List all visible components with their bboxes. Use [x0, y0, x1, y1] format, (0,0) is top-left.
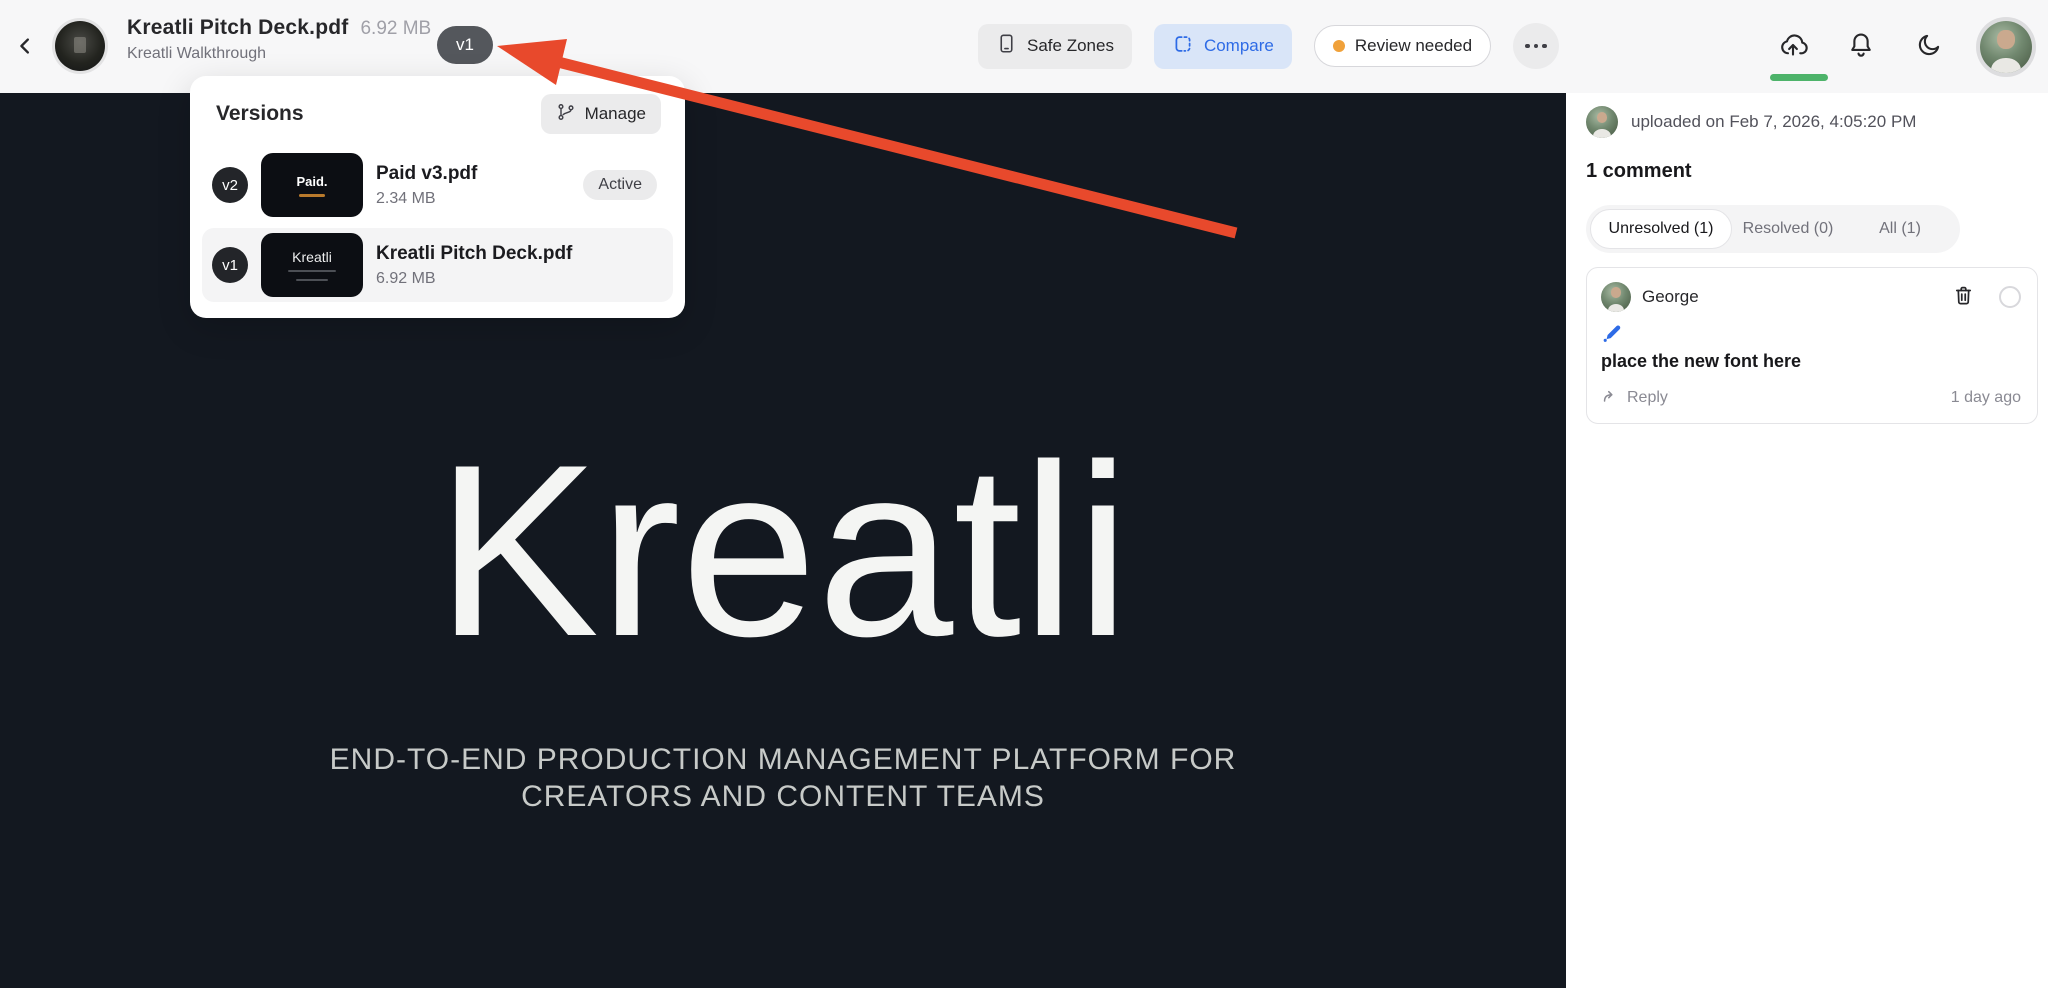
- upload-meta-row: uploaded on Feb 7, 2026, 4:05:20 PM: [1586, 106, 2035, 138]
- active-version-badge: Active: [583, 170, 657, 200]
- version-file-size: 2.34 MB: [376, 190, 570, 208]
- bell-icon: [1846, 30, 1876, 63]
- dark-mode-toggle[interactable]: [1912, 30, 1946, 64]
- tab-all[interactable]: All (1): [1844, 209, 1956, 249]
- version-file-size: 6.92 MB: [376, 270, 663, 288]
- versions-popover: Versions Manage v2 Paid. Paid v3.pdf 2.3…: [190, 76, 685, 318]
- file-info: Kreatli Pitch Deck.pdf 6.92 MB Kreatli W…: [127, 16, 431, 63]
- versions-title: Versions: [216, 102, 304, 126]
- file-size: 6.92 MB: [360, 18, 431, 40]
- file-title: Kreatli Pitch Deck.pdf: [127, 16, 348, 40]
- compare-icon: [1172, 33, 1194, 60]
- manage-versions-button[interactable]: Manage: [541, 94, 661, 134]
- version-number-badge: v2: [212, 167, 248, 203]
- slide-tagline: END-TO-END PRODUCTION MANAGEMENT PLATFOR…: [0, 741, 1566, 815]
- nav-right: [1776, 0, 2032, 93]
- manage-label: Manage: [585, 104, 646, 124]
- annotation-pen-icon[interactable]: [1601, 322, 1623, 344]
- tab-resolved[interactable]: Resolved (0): [1732, 209, 1844, 249]
- comment-body: place the new font here: [1601, 351, 2021, 372]
- version-number-badge: v1: [212, 247, 248, 283]
- slide-logo-text: Kreatli: [0, 445, 1566, 655]
- version-row-v2[interactable]: v2 Paid. Paid v3.pdf 2.34 MB Active: [202, 148, 673, 222]
- version-thumbnail: Kreatli: [261, 233, 363, 297]
- comment-author-avatar: [1601, 282, 1631, 312]
- git-branch-icon: [556, 102, 576, 127]
- delete-comment-button[interactable]: [1950, 284, 1976, 310]
- reply-arrow-icon: [1601, 386, 1620, 410]
- reply-label: Reply: [1627, 389, 1668, 407]
- version-badge-button[interactable]: v1: [437, 26, 493, 64]
- compare-button[interactable]: Compare: [1154, 24, 1292, 69]
- comments-sidebar: uploaded on Feb 7, 2026, 4:05:20 PM 1 co…: [1566, 93, 2048, 988]
- safe-zones-label: Safe Zones: [1027, 36, 1114, 56]
- toolbar: Safe Zones Compare Review needed: [978, 23, 1559, 69]
- uploaded-timestamp: uploaded on Feb 7, 2026, 4:05:20 PM: [1631, 112, 1916, 132]
- more-options-button[interactable]: [1513, 23, 1559, 69]
- version-row-v1[interactable]: v1 Kreatli Kreatli Pitch Deck.pdf 6.92 M…: [202, 228, 673, 302]
- moon-icon: [1915, 31, 1943, 62]
- slide-tagline-line2: CREATORS AND CONTENT TEAMS: [0, 778, 1566, 815]
- tab-unresolved[interactable]: Unresolved (1): [1590, 209, 1732, 249]
- file-review-page: Kreatli END-TO-END PRODUCTION MANAGEMENT…: [0, 0, 2048, 988]
- comment-card: George place the new font here Reply: [1586, 267, 2038, 424]
- phone-icon: [996, 33, 1017, 59]
- review-status-pill[interactable]: Review needed: [1314, 25, 1491, 67]
- ellipsis-icon: [1525, 44, 1547, 49]
- cloud-upload-icon: [1776, 30, 1810, 63]
- review-status-label: Review needed: [1355, 36, 1472, 56]
- upload-progress-bar: [1770, 74, 1828, 81]
- notifications-button[interactable]: [1844, 30, 1878, 64]
- breadcrumb-project-name: Kreatli Walkthrough: [127, 45, 431, 63]
- comment-author-name: George: [1642, 287, 1939, 307]
- project-thumbnail[interactable]: [55, 21, 105, 71]
- user-avatar[interactable]: [1980, 21, 2032, 73]
- status-dot-icon: [1333, 40, 1345, 52]
- reply-button[interactable]: Reply: [1601, 386, 1668, 410]
- version-file-name: Paid v3.pdf: [376, 163, 570, 185]
- uploader-avatar: [1586, 106, 1618, 138]
- compare-label: Compare: [1204, 36, 1274, 56]
- comment-timestamp: 1 day ago: [1951, 389, 2021, 407]
- back-button[interactable]: [10, 31, 42, 63]
- comments-count-heading: 1 comment: [1586, 160, 2035, 183]
- version-file-name: Kreatli Pitch Deck.pdf: [376, 243, 663, 265]
- slide-tagline-line1: END-TO-END PRODUCTION MANAGEMENT PLATFOR…: [0, 741, 1566, 778]
- version-thumbnail: Paid.: [261, 153, 363, 217]
- chevron-left-icon: [15, 35, 37, 60]
- safe-zones-button[interactable]: Safe Zones: [978, 24, 1132, 69]
- trash-icon: [1952, 284, 1975, 310]
- upload-status-button[interactable]: [1776, 30, 1810, 64]
- comment-filter-tabs: Unresolved (1) Resolved (0) All (1): [1586, 205, 1960, 253]
- resolve-comment-toggle[interactable]: [1999, 286, 2021, 308]
